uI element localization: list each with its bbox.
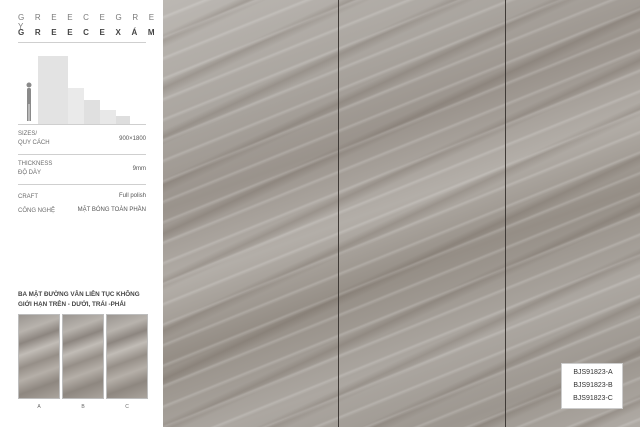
thumbnail-label-b: B — [81, 404, 85, 410]
thumbnail-label-c: C — [125, 404, 129, 410]
continuous-vein-description: BA MẶT ĐƯỜNG VÂN LIÊN TỤC KHÔNG GIỚI HẠN… — [18, 291, 140, 308]
divider — [18, 154, 146, 155]
product-codes-box: BJS91823-A BJS91823-B BJS91823-C — [561, 363, 623, 409]
product-code-c: BJS91823-C — [573, 395, 613, 402]
product-code-b: BJS91823-B — [573, 382, 613, 389]
spec-value-sizes: 900×1800 — [119, 136, 146, 142]
spec-value-craft-vi: MẶT BÓNG TOÀN PHẦN — [77, 207, 146, 213]
tile-seam — [338, 0, 339, 427]
person-silhouette-icon — [26, 82, 32, 121]
divider — [18, 184, 146, 185]
product-title-vi: G R E E C E X Á M — [18, 28, 159, 37]
spec-panel: G R E E C E G R E Y G R E E C E X Á M SI… — [0, 0, 163, 427]
spec-value-thickness: 9mm — [132, 166, 146, 172]
spec-label-craft-en: CRAFT — [18, 194, 38, 200]
tile-thumbnail-c — [106, 314, 148, 399]
spec-label-thickness: THICKNESS ĐỘ DÀY — [18, 161, 53, 176]
tile-seam — [505, 0, 506, 427]
spec-label-craft-vi: CÔNG NGHỆ — [18, 208, 56, 214]
tile-thumbnail-a — [18, 314, 60, 399]
spec-value-craft-en: Full polish — [118, 193, 146, 199]
tile-thumbnail-b — [62, 314, 104, 399]
product-code-a: BJS91823-A — [573, 369, 613, 376]
divider — [18, 124, 146, 125]
divider — [18, 42, 146, 43]
thumbnail-label-a: A — [37, 404, 41, 410]
size-comparison-figure — [18, 52, 146, 124]
spec-label-sizes: SIZES/QUY CÁCH — [18, 131, 50, 146]
